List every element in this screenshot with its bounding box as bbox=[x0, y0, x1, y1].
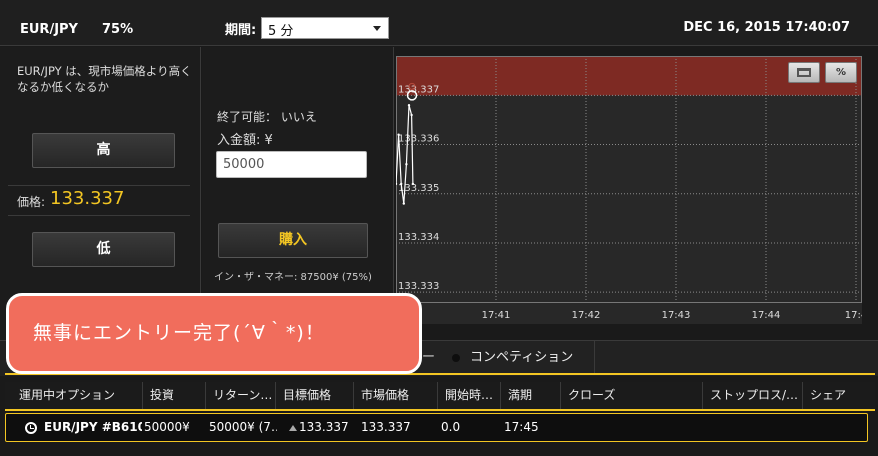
x-tick-label: 17:42 bbox=[572, 310, 601, 321]
bullet-icon bbox=[452, 354, 460, 362]
column-header[interactable]: 市場価格 bbox=[353, 382, 437, 409]
option-cell: EUR/JPY #B610… bbox=[44, 420, 142, 434]
investment-cell: 50000¥ bbox=[144, 420, 190, 434]
column-header[interactable]: 目標価格 bbox=[275, 382, 353, 409]
price-label: 価格: bbox=[17, 195, 46, 209]
expiry-cell: 17:45 bbox=[504, 420, 539, 434]
current-datetime: DEC 16, 2015 17:40:07 bbox=[683, 20, 850, 35]
table-row[interactable]: EUR/JPY #B610… 50000¥ 50000¥ (7… 133.337… bbox=[5, 413, 868, 442]
column-header[interactable]: 投資 bbox=[142, 382, 205, 409]
price-point bbox=[405, 163, 408, 166]
period-select-value: 5 分 bbox=[268, 24, 294, 39]
price-point bbox=[407, 104, 411, 107]
price-point bbox=[400, 182, 403, 186]
column-header[interactable]: 満期 bbox=[500, 382, 560, 409]
price-point bbox=[411, 182, 415, 186]
y-tick-label: 133.334 bbox=[398, 232, 439, 243]
column-header[interactable]: シェア bbox=[802, 382, 875, 409]
column-header[interactable]: 開始時… bbox=[437, 382, 500, 409]
price-point bbox=[410, 113, 413, 117]
up-arrow-icon bbox=[289, 425, 297, 431]
direction-description: EUR/JPY は、現市場価格より高くなるか低くなるか bbox=[17, 64, 192, 94]
payout-percent: 75% bbox=[102, 22, 134, 37]
price-value: 133.337 bbox=[50, 188, 125, 209]
in-the-money-text: イン・ザ・マネー: 87500¥ (75%) bbox=[214, 272, 372, 283]
period-label: 期間: bbox=[225, 23, 257, 38]
buy-button[interactable]: 購入 bbox=[218, 223, 368, 258]
column-header[interactable]: リターン… bbox=[205, 382, 275, 409]
divider bbox=[8, 215, 190, 216]
top-bar: EUR/JPY 75% 期間: 5 分 DEC 16, 2015 17:40:0… bbox=[0, 0, 878, 46]
x-tick-label: 17:43 bbox=[662, 310, 691, 321]
price-point bbox=[402, 202, 405, 205]
market-price-cell: 133.337 bbox=[361, 420, 411, 434]
price-chart[interactable]: 17:41 17:42 17:43 17:44 17:4 133.337 133.336 13… bbox=[396, 56, 862, 324]
clock-icon bbox=[25, 422, 37, 434]
options-table-header: 運用中オプション 投資 リターン… 目標価格 市場価格 開始時… 満期 クローズ… bbox=[5, 382, 875, 411]
pair-label: EUR/JPY bbox=[20, 22, 78, 37]
deposit-label: 入金額: ¥ bbox=[217, 133, 273, 148]
price-point bbox=[397, 133, 400, 136]
y-tick-label: 133.337 bbox=[398, 84, 439, 95]
divider bbox=[8, 185, 190, 186]
tab-competition[interactable]: コンペティション bbox=[445, 341, 595, 375]
start-cell: 0.0 bbox=[441, 420, 461, 434]
low-button[interactable]: 低 bbox=[32, 232, 175, 267]
x-tick-label: 17:4 bbox=[845, 310, 862, 321]
high-button[interactable]: 高 bbox=[32, 133, 175, 168]
x-tick-label: 17:41 bbox=[482, 310, 511, 321]
x-tick-label: 17:44 bbox=[752, 310, 781, 321]
entry-success-toast[interactable]: 無事にエントリー完了(´∀｀*)！ bbox=[6, 293, 422, 374]
window-toggle-button[interactable] bbox=[788, 62, 820, 83]
early-close-label: 終了可能： いいえ bbox=[217, 110, 317, 124]
column-header[interactable]: 運用中オプション bbox=[5, 382, 142, 409]
window-icon bbox=[797, 68, 811, 77]
percent-toggle-button[interactable]: % bbox=[825, 62, 857, 83]
tab-partial[interactable]: ー bbox=[422, 341, 442, 375]
return-cell: 50000¥ (7… bbox=[209, 420, 277, 434]
target-price-cell: 133.337 bbox=[299, 420, 349, 434]
chevron-down-icon bbox=[373, 26, 381, 31]
chart-background bbox=[396, 56, 862, 324]
tab-competition-label: コンペティション bbox=[470, 350, 574, 365]
y-tick-label: 133.333 bbox=[398, 281, 439, 292]
column-header[interactable]: クローズ bbox=[560, 382, 702, 409]
column-header[interactable]: ストップロス/… bbox=[702, 382, 802, 409]
y-tick-label: 133.336 bbox=[398, 134, 439, 145]
period-select[interactable]: 5 分 bbox=[261, 17, 389, 39]
amount-input[interactable]: 50000 bbox=[216, 151, 367, 178]
